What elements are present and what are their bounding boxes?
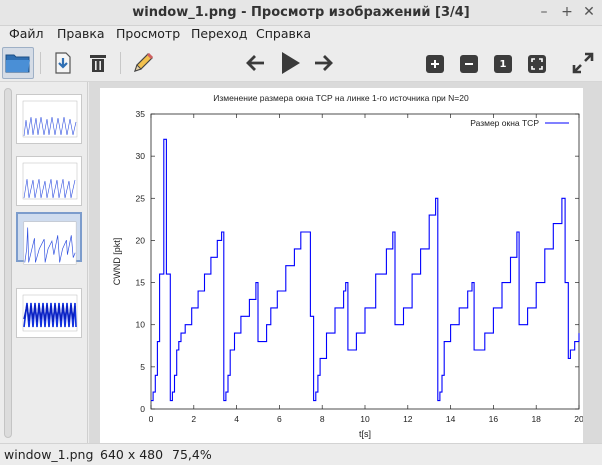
previous-image-button[interactable]: [240, 47, 272, 79]
x-tick-label: 2: [191, 414, 196, 424]
thumbnail-1[interactable]: [16, 94, 82, 144]
open-folder-button[interactable]: [2, 47, 34, 79]
zoom-fit-button[interactable]: [528, 55, 546, 73]
x-tick-label: 10: [360, 414, 370, 424]
status-filename: window_1.png: [4, 447, 94, 462]
close-button[interactable]: ✕: [580, 3, 598, 21]
y-tick-label: 10: [136, 320, 146, 330]
window-titlebar: window_1.png - Просмотр изображений [3/4…: [0, 0, 602, 26]
zoom-100-icon: 1: [499, 58, 507, 70]
y-tick-label: 20: [136, 235, 146, 245]
sidebar-scrollbar[interactable]: [4, 88, 12, 438]
toolbar: 1: [0, 44, 602, 82]
toolbar-separator: [120, 52, 121, 74]
y-axis-label: CWND [pkt]: [112, 238, 122, 286]
chart-legend: Размер окна TCP: [470, 118, 569, 128]
zoom-in-icon: [431, 60, 439, 68]
image-viewer[interactable]: Изменение размера окна TCP на линке 1-го…: [89, 82, 602, 443]
x-tick-label: 0: [149, 414, 154, 424]
y-tick-label: 15: [136, 278, 146, 288]
maximize-button[interactable]: +: [558, 3, 576, 21]
thumbnail-4[interactable]: [16, 288, 82, 338]
status-dimensions: 640 x 480: [100, 447, 164, 462]
back-arrow-icon: [246, 55, 264, 71]
minimize-button[interactable]: –: [535, 3, 553, 21]
x-tick-label: 20: [574, 414, 583, 424]
window-title: window_1.png - Просмотр изображений [3/4…: [132, 5, 470, 20]
forward-arrow-icon: [315, 55, 333, 71]
toolbar-separator: [40, 52, 41, 74]
y-tick-label: 0: [140, 404, 145, 414]
zoom-fit-icon: [531, 58, 543, 70]
play-icon: [282, 52, 300, 74]
x-tick-label: 8: [320, 414, 325, 424]
fullscreen-icon: [572, 52, 594, 74]
slideshow-button[interactable]: [274, 47, 306, 79]
thumbnail-3[interactable]: [16, 212, 82, 265]
y-tick-label: 35: [136, 109, 146, 119]
cwnd-series-line: [151, 138, 580, 402]
menu-file[interactable]: Файл: [9, 26, 44, 44]
thumbnail-4-image: [22, 294, 78, 332]
x-tick-label: 16: [489, 414, 499, 424]
fullscreen-button[interactable]: [567, 47, 599, 79]
zoom-out-icon: [465, 63, 473, 65]
y-tick-label: 25: [136, 193, 146, 203]
x-tick-label: 14: [446, 414, 456, 424]
x-tick-label: 12: [403, 414, 413, 424]
y-tick-label: 5: [140, 362, 145, 372]
legend-label: Размер окна TCP: [470, 118, 539, 128]
x-tick-label: 6: [277, 414, 282, 424]
next-image-button[interactable]: [307, 47, 339, 79]
menu-help[interactable]: Справка: [256, 26, 311, 44]
chart-title: Изменение размера окна TCP на линке 1-го…: [213, 93, 469, 103]
status-bar: window_1.png 640 x 480 75,4%: [0, 443, 602, 465]
zoom-100-button[interactable]: 1: [494, 55, 512, 73]
x-axis-label: t[s]: [359, 429, 371, 439]
save-icon: [55, 52, 71, 74]
plot-frame: [150, 113, 580, 410]
save-button[interactable]: [47, 47, 79, 79]
thumbnail-2-image: [22, 162, 78, 200]
pencil-icon: [134, 52, 154, 72]
y-tick-label: 30: [136, 151, 146, 161]
zoom-in-button[interactable]: [426, 55, 444, 73]
menu-view[interactable]: Просмотр: [116, 26, 180, 44]
cwnd-chart: Изменение размера окна TCP на линке 1-го…: [112, 93, 584, 439]
menu-bar: Файл Правка Просмотр Переход Справка: [0, 26, 602, 44]
menu-go[interactable]: Переход: [191, 26, 247, 44]
x-tick-label: 4: [234, 414, 239, 424]
edit-button[interactable]: [127, 47, 159, 79]
thumbnail-3-image: [23, 221, 77, 265]
menu-edit[interactable]: Правка: [57, 26, 105, 44]
thumbnail-1-image: [22, 100, 78, 138]
displayed-image: Изменение размера окна TCP на линке 1-го…: [100, 88, 584, 443]
thumbnail-2[interactable]: [16, 156, 82, 206]
status-zoom: 75,4%: [172, 447, 212, 462]
x-tick-label: 18: [531, 414, 541, 424]
trash-icon: [90, 55, 106, 72]
delete-button[interactable]: [82, 47, 114, 79]
thumbnail-sidebar: [0, 82, 88, 443]
zoom-out-button[interactable]: [460, 55, 478, 73]
folder-icon: [5, 54, 30, 73]
